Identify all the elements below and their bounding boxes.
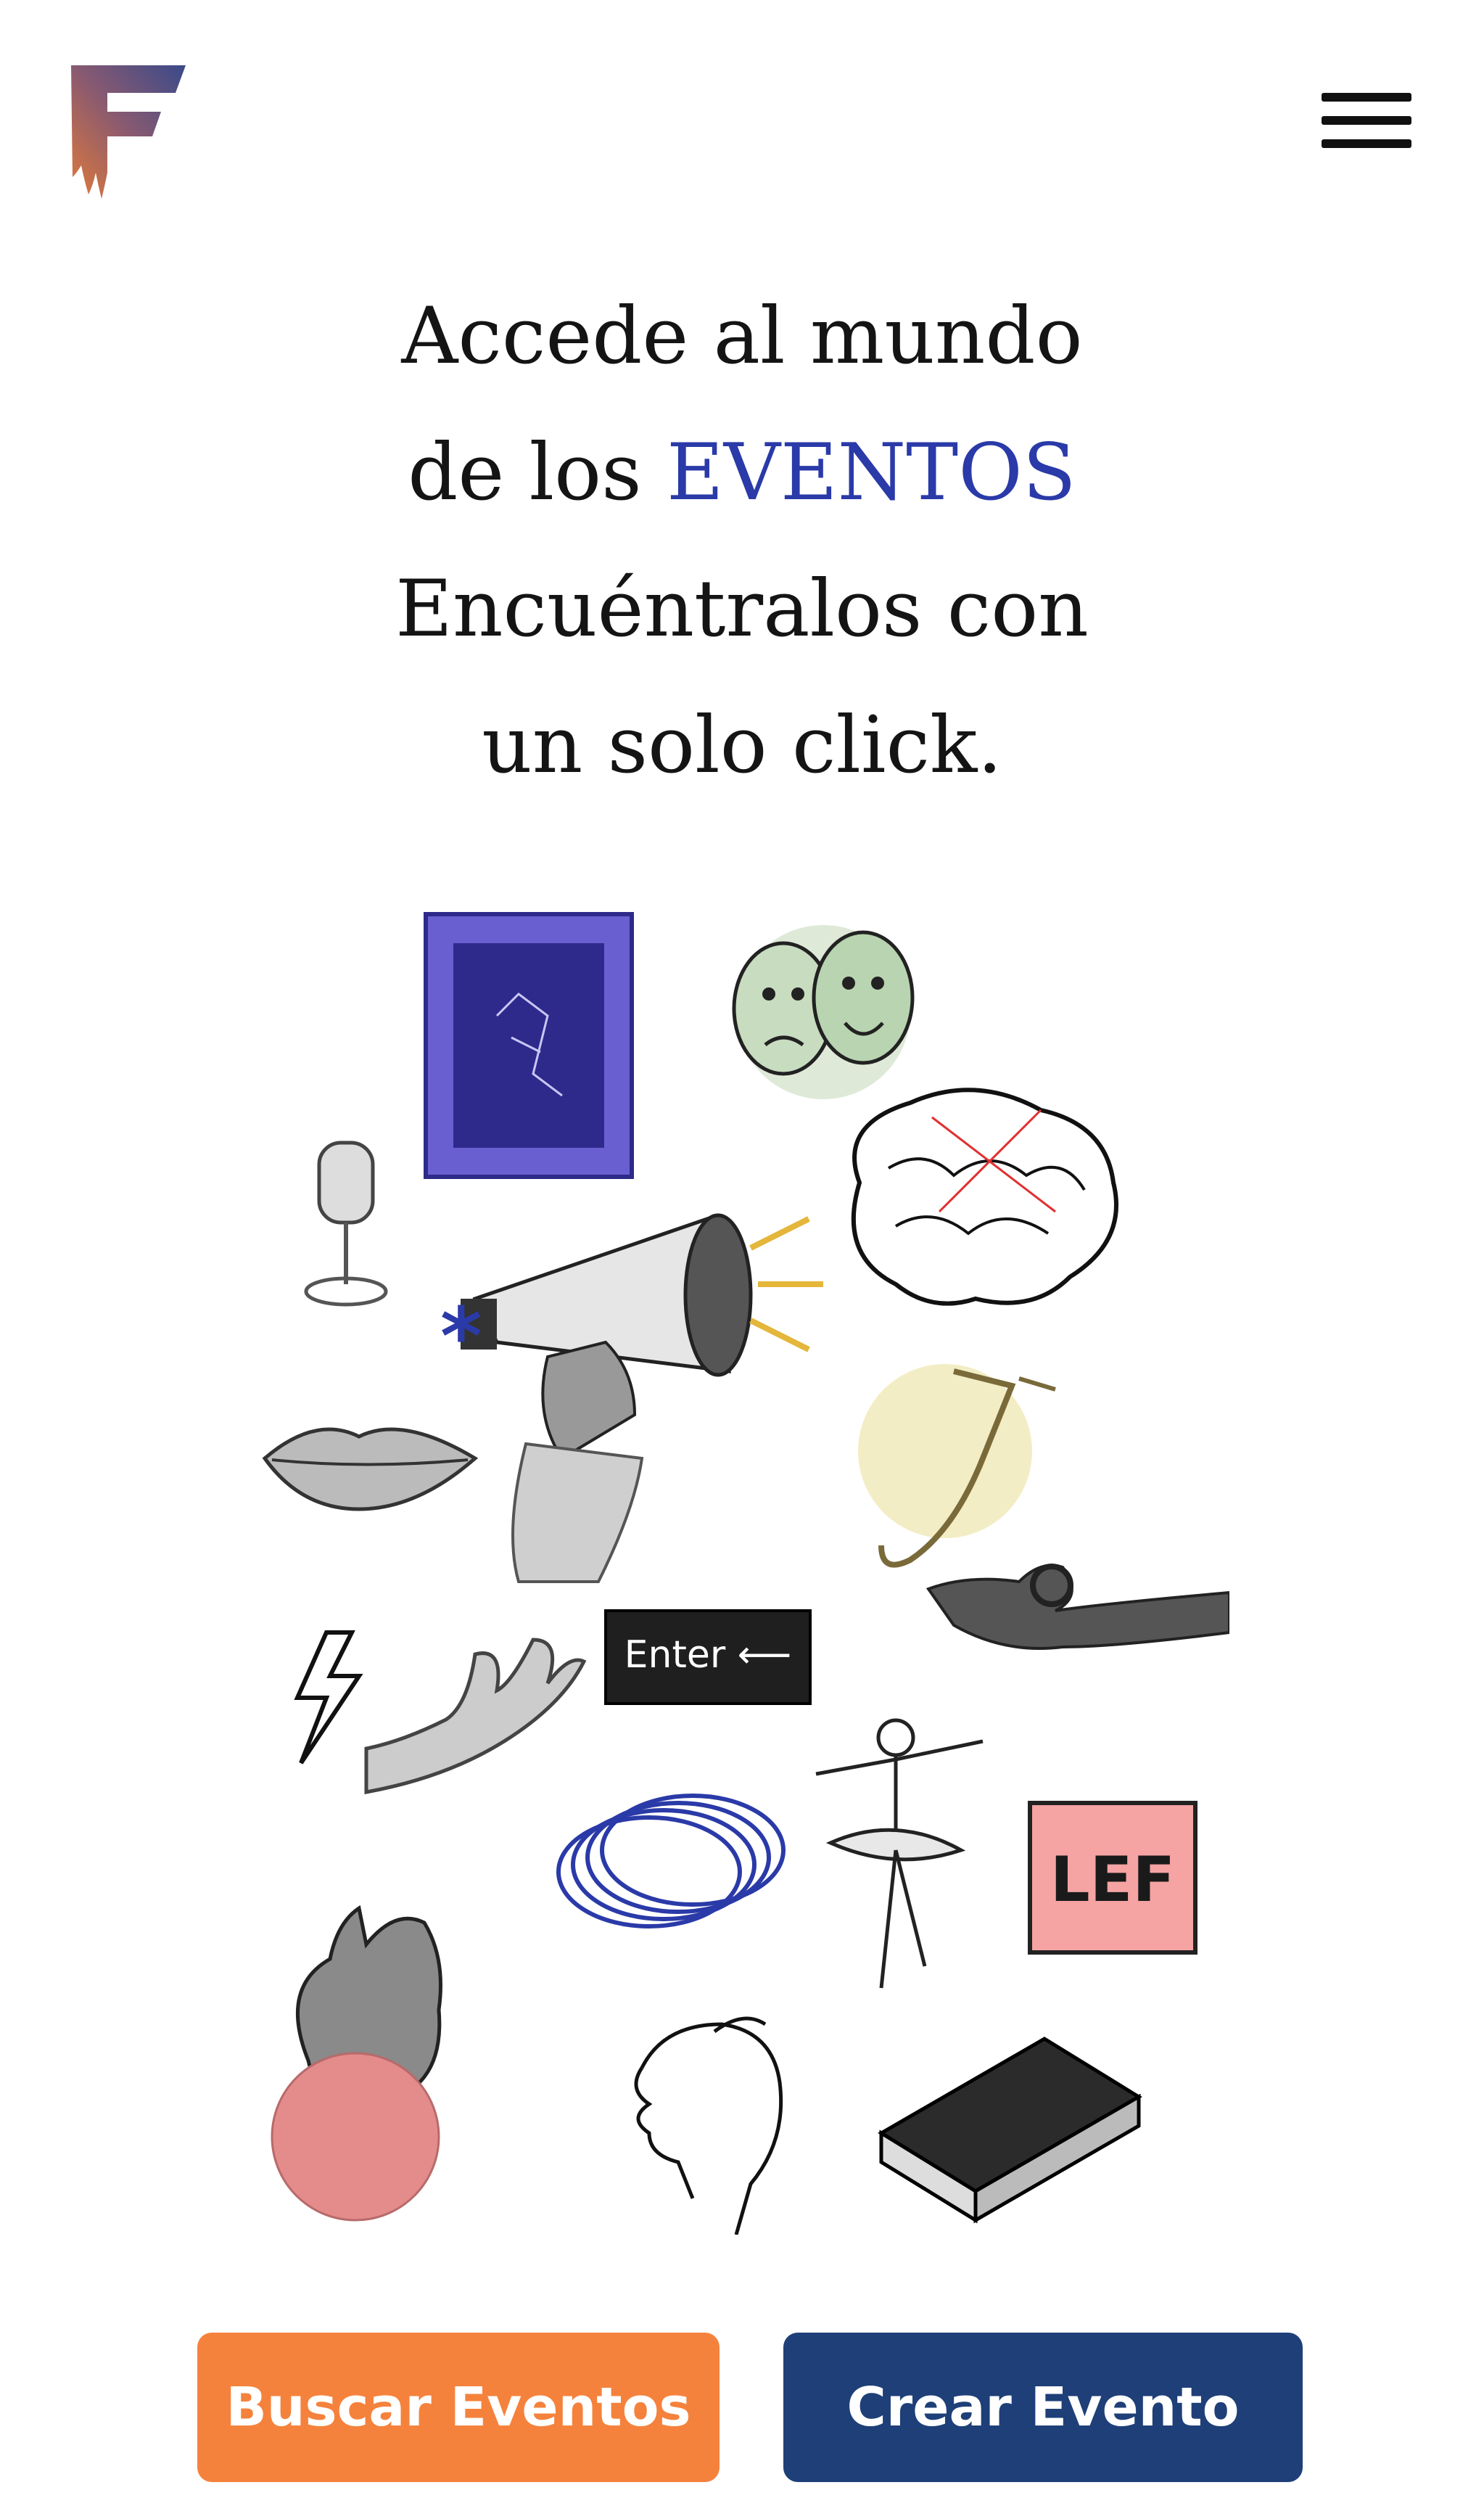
svg-text:*: * (440, 1290, 482, 1383)
headline-line-3: Encuéntralos con (395, 564, 1089, 654)
app-logo[interactable] (67, 64, 190, 202)
buscar-eventos-button[interactable]: Buscar Eventos (197, 2333, 720, 2482)
asterisk-icon: * (440, 1290, 482, 1383)
lips-icon (262, 1427, 479, 1511)
menu-button[interactable] (1322, 87, 1416, 152)
saxophone-icon (858, 1364, 1056, 1568)
menu-bar-top (1322, 93, 1411, 102)
enter-key-label: Enter ⟵ (624, 1633, 792, 1677)
lightning-bolt-icon (294, 1630, 363, 1765)
brain-icon (851, 1088, 1118, 1306)
top-bar (0, 0, 1484, 210)
anatomical-heart-icon (271, 1905, 442, 2222)
hero-collage-image: * Enter ⟵ LEF (257, 907, 1231, 2235)
logo-f-icon (71, 65, 186, 199)
face-profile-icon (634, 2016, 783, 2235)
ballerina-icon (815, 1718, 984, 1989)
headline-accent-eventos: EVENTOS (666, 427, 1076, 518)
open-hand-icon (364, 1638, 587, 1794)
framed-art-icon (424, 912, 634, 1179)
lef-badge-text: LEF (1050, 1844, 1175, 1916)
ok-hand-icon (926, 1564, 1231, 1650)
menu-bar-bottom (1322, 139, 1411, 148)
theater-masks-icon (732, 925, 915, 1099)
blue-rings-icon (556, 1794, 786, 1928)
hero-headline: Accede al mundo de los EVENTOS Encuéntra… (234, 268, 1250, 814)
megaphone-icon (461, 1213, 823, 1583)
crear-evento-button[interactable]: Crear Evento (783, 2333, 1303, 2482)
headline-line-2-prefix: de los (408, 427, 642, 518)
headline-line-1: Accede al mundo (401, 291, 1083, 382)
vintage-microphone-icon (304, 1141, 388, 1307)
book-icon (878, 2037, 1142, 2224)
headline-line-4: un solo click. (482, 700, 1002, 791)
menu-bar-middle (1322, 116, 1411, 125)
